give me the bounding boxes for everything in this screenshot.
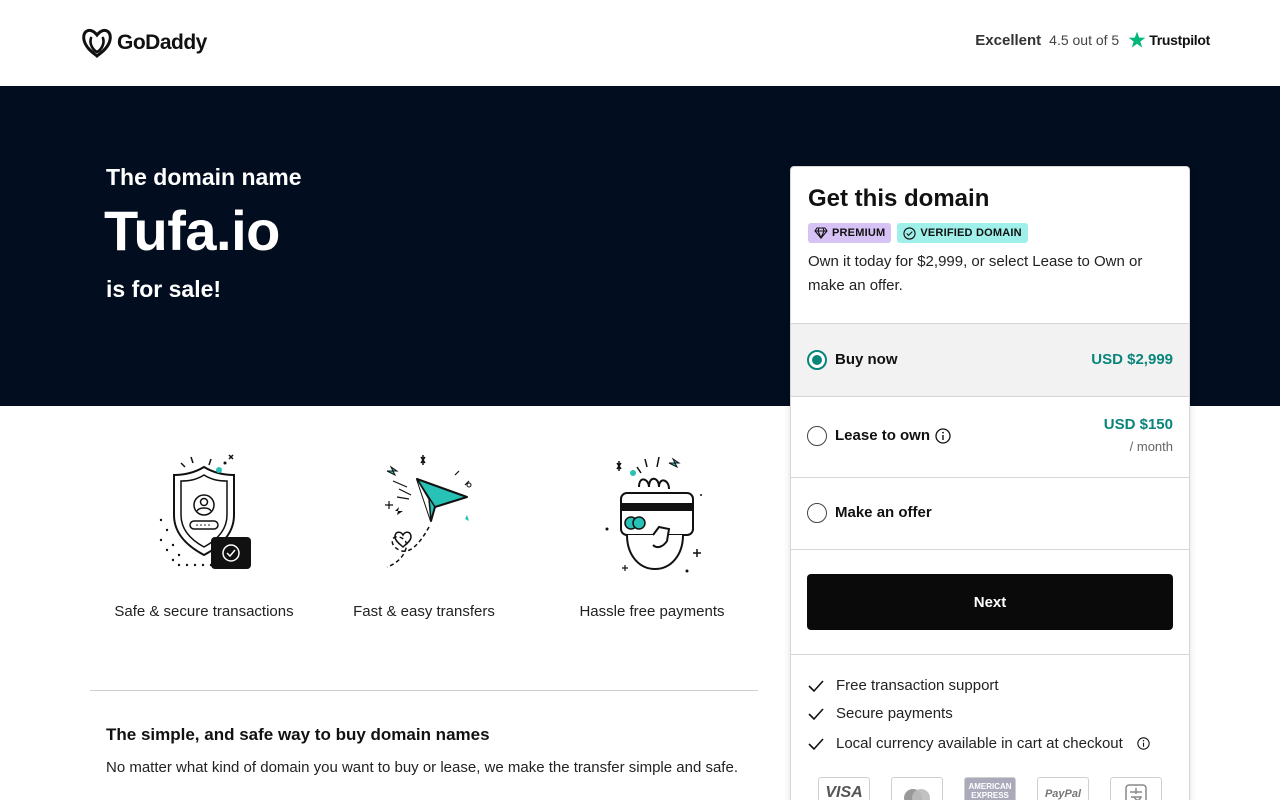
- option-lease-to-own[interactable]: Lease to own USD $150 / month: [791, 396, 1189, 477]
- card-title: Get this domain: [808, 185, 990, 212]
- offer-label: Make an offer: [835, 504, 932, 521]
- features-row: Safe & secure transactions Fast & easy t…: [90, 445, 758, 645]
- trustpilot-label: Trustpilot: [1149, 32, 1210, 48]
- lease-radio[interactable]: [807, 426, 827, 446]
- alipay-icon: [1110, 777, 1162, 800]
- bullet-currency: Local currency available in cart at chec…: [808, 735, 1150, 752]
- paypal-icon: PayPal: [1037, 777, 1089, 800]
- bullet-secure: Secure payments: [808, 705, 953, 722]
- hero-subtitle: is for sale!: [106, 276, 222, 302]
- site-header: GoDaddy Excellent 4.5 out of 5 Trustpilo…: [0, 0, 1280, 86]
- verified-badge: VERIFIED DOMAIN: [897, 223, 1028, 243]
- alipay-glyph: [1125, 784, 1147, 800]
- trustpilot-widget[interactable]: Excellent 4.5 out of 5 Trustpilot: [975, 30, 1210, 50]
- godaddy-logo-icon: [82, 28, 112, 58]
- amex-icon: AMERICAN EXPRESS: [964, 777, 1016, 800]
- diamond-icon: [814, 227, 828, 239]
- buy-now-label: Buy now: [835, 351, 898, 368]
- section-divider: [90, 690, 758, 691]
- purchase-card: Get this domain PREMIUM VERIFIED DOMAIN …: [790, 166, 1190, 800]
- check-icon: [808, 679, 824, 692]
- feature-label: Safe & secure transactions: [114, 603, 294, 620]
- logo-wordmark: GoDaddy: [117, 31, 207, 54]
- trustpilot-star-icon: [1128, 31, 1146, 48]
- option-buy-now[interactable]: Buy now USD $2,999: [791, 323, 1189, 396]
- info-icon[interactable]: [935, 428, 951, 444]
- domain-name-title: Tufa.io: [104, 199, 280, 262]
- buy-now-price: USD $2,999: [1091, 351, 1173, 368]
- trustpilot-brand: Trustpilot: [1127, 30, 1210, 50]
- info-title: The simple, and safe way to buy domain n…: [106, 725, 490, 744]
- hero-pretitle: The domain name: [106, 164, 302, 190]
- next-button[interactable]: Next: [807, 574, 1173, 630]
- premium-badge: PREMIUM: [808, 223, 892, 243]
- info-body: No matter what kind of domain you want t…: [106, 759, 738, 776]
- feature-secure: Safe & secure transactions: [90, 445, 318, 620]
- mastercard-icon: [891, 777, 943, 800]
- lease-price: USD $150: [1103, 416, 1173, 433]
- feature-label: Fast & easy transfers: [353, 603, 495, 620]
- option-make-offer[interactable]: Make an offer: [791, 477, 1189, 550]
- bullet-support: Free transaction support: [808, 677, 999, 694]
- godaddy-logo[interactable]: GoDaddy: [81, 28, 207, 58]
- shield-check-icon: [159, 454, 251, 569]
- offer-radio[interactable]: [807, 503, 827, 523]
- feature-payments: Hassle free payments: [538, 445, 766, 620]
- hand-card-icon: [605, 456, 702, 573]
- lease-label: Lease to own: [835, 427, 931, 444]
- card-description: Own it today for $2,999, or select Lease…: [808, 253, 1143, 294]
- mastercard-circles: [904, 789, 930, 800]
- trust-score: 4.5 out of 5: [1049, 32, 1120, 48]
- info-icon[interactable]: [1137, 737, 1150, 750]
- badges: PREMIUM VERIFIED DOMAIN: [808, 223, 1028, 243]
- visa-icon: VISA: [818, 777, 870, 800]
- check-circle-icon: [903, 226, 916, 240]
- payment-methods: VISA AMERICAN EXPRESS PayPal: [818, 777, 1162, 800]
- card-divider: [791, 654, 1189, 655]
- buy-now-radio[interactable]: [807, 350, 827, 370]
- feature-transfer: Fast & easy transfers: [310, 445, 538, 620]
- paper-plane-icon: [385, 455, 472, 568]
- trust-rating-word: Excellent: [975, 31, 1042, 49]
- lease-period: / month: [1129, 439, 1173, 454]
- feature-label: Hassle free payments: [579, 603, 725, 620]
- check-icon: [808, 707, 824, 720]
- check-icon: [808, 737, 824, 750]
